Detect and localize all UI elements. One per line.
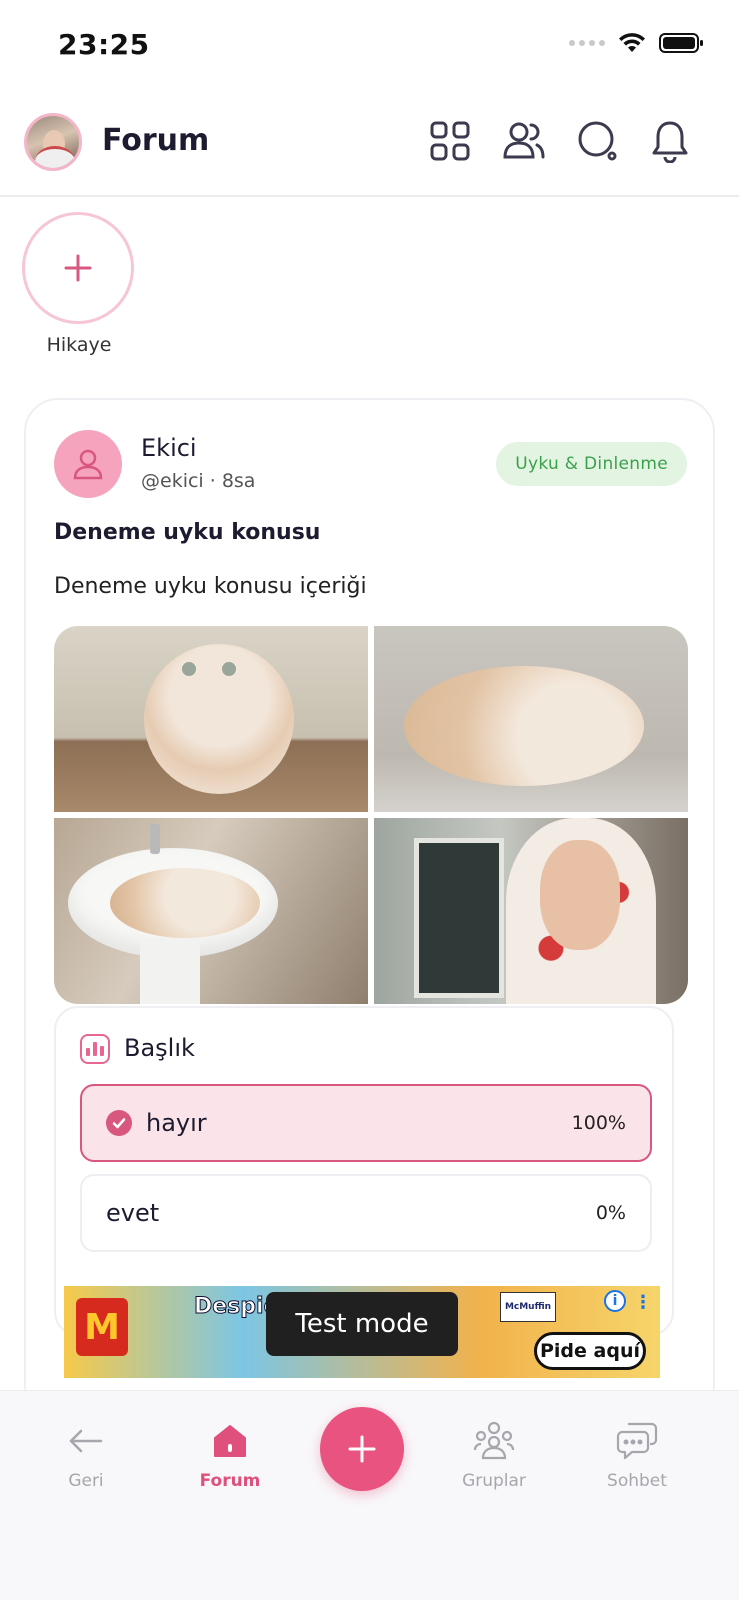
ad-more-icon[interactable]: ⋮	[634, 1292, 652, 1313]
bottom-navigation: Geri Forum Gruplar Sohbet	[0, 1390, 739, 1600]
arrow-left-icon	[31, 1419, 141, 1463]
plus-icon	[64, 254, 92, 282]
photo-grid	[54, 626, 688, 1004]
user-icon	[73, 449, 103, 480]
status-bar: 23:25	[0, 0, 739, 95]
wifi-icon	[619, 33, 645, 52]
poll-option-percent: 0%	[595, 1202, 626, 1224]
mcdonalds-logo-icon: M	[76, 1298, 128, 1356]
test-mode-badge: Test mode	[266, 1292, 458, 1356]
category-tag[interactable]: Uyku & Dinlenme	[496, 442, 687, 486]
nav-label: Geri	[68, 1471, 104, 1491]
bell-icon[interactable]	[646, 117, 694, 165]
post-card[interactable]: Ekici @ekici · 8sa Uyku & Dinlenme Denem…	[24, 398, 715, 1418]
post-photo[interactable]	[54, 626, 368, 812]
home-icon	[175, 1419, 285, 1463]
poll-chart-icon	[80, 1034, 110, 1064]
nav-item-geri[interactable]: Geri	[31, 1419, 141, 1491]
nav-label: Gruplar	[462, 1471, 526, 1491]
ad-cta-button[interactable]: Pide aquí	[534, 1332, 646, 1370]
poll-option-hayir[interactable]: hayır 100%	[80, 1084, 652, 1162]
check-icon	[106, 1110, 132, 1136]
users-icon[interactable]	[500, 117, 548, 165]
poll-option-label: hayır	[146, 1109, 207, 1137]
nav-item-forum[interactable]: Forum	[175, 1419, 285, 1491]
plus-icon	[348, 1435, 376, 1463]
story-circle[interactable]	[22, 212, 134, 324]
nav-label: Forum	[199, 1471, 261, 1491]
post-photo[interactable]	[374, 626, 688, 812]
story-label: Hikaye	[46, 334, 112, 356]
ad-info-icon[interactable]: i	[604, 1290, 626, 1312]
poll-option-evet[interactable]: evet 0%	[80, 1174, 652, 1252]
chat-icon	[582, 1419, 692, 1463]
post-photo[interactable]	[54, 818, 368, 1004]
nav-item-gruplar[interactable]: Gruplar	[439, 1419, 549, 1491]
status-time: 23:25	[58, 28, 150, 61]
create-post-button[interactable]	[320, 1407, 404, 1491]
poll-option-percent: 100%	[571, 1112, 626, 1134]
search-icon[interactable]	[574, 117, 622, 165]
author-handle-time: @ekici · 8sa	[141, 470, 256, 492]
add-story-button[interactable]: Hikaye	[22, 212, 136, 356]
signal-icon	[569, 40, 605, 46]
grid-icon[interactable]	[426, 117, 474, 165]
profile-avatar[interactable]	[24, 113, 82, 171]
author-name[interactable]: Ekici	[141, 434, 197, 462]
post-title: Deneme uyku konusu	[54, 520, 321, 545]
nav-label: Sohbet	[607, 1471, 667, 1491]
post-photo[interactable]	[374, 818, 688, 1004]
status-indicators	[569, 32, 705, 54]
battery-icon	[659, 33, 703, 53]
page-title: Forum	[102, 123, 210, 158]
post-body: Deneme uyku konusu içeriği	[54, 574, 367, 599]
nav-item-sohbet[interactable]: Sohbet	[582, 1419, 692, 1491]
poll-title: Başlık	[124, 1034, 195, 1062]
poll-option-label: evet	[106, 1199, 160, 1227]
author-avatar[interactable]	[54, 430, 122, 498]
top-app-bar: Forum	[0, 95, 739, 197]
groups-icon	[439, 1419, 549, 1463]
ad-product-label: McMuffin	[500, 1292, 556, 1322]
